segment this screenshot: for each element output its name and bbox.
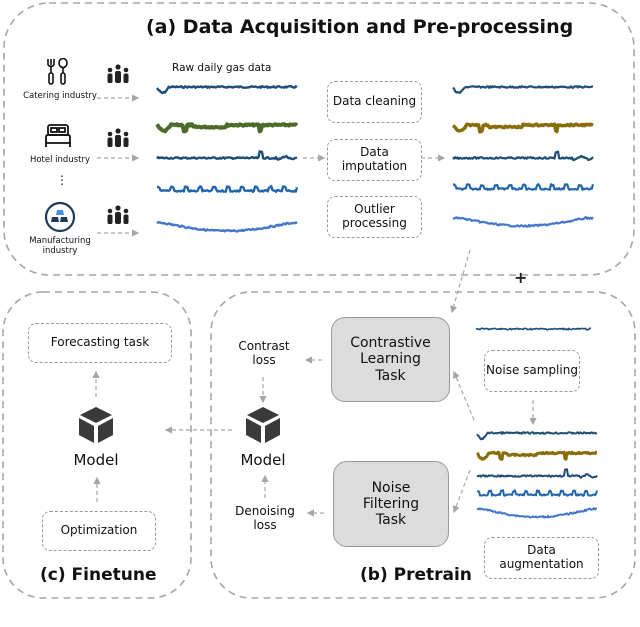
augmented-series-line: [476, 507, 598, 519]
noise-series-line: [475, 327, 592, 331]
raw-series-line: [156, 221, 298, 233]
panel-a-title: (a) Data Acquisition and Pre-processing: [146, 16, 574, 38]
augmented-series-line: [476, 489, 598, 497]
noise-filtering-task-box: Noise Filtering Task: [333, 461, 449, 547]
bed-icon: [44, 123, 72, 149]
panel-c-title: (c) Finetune: [40, 565, 157, 585]
raw-series-line: [155, 122, 299, 134]
data-augmentation-box: Data augmentation: [484, 537, 599, 579]
forecasting-task-box: Forecasting task: [28, 323, 172, 363]
processed-series-line: [451, 122, 594, 134]
raw-data-label: Raw daily gas data: [172, 62, 272, 74]
industry-label-catering: Catering industry: [23, 91, 97, 101]
raw-series-line: [156, 150, 298, 161]
contrastive-learning-task-box: Contrastive Learning Task: [331, 317, 450, 402]
optimization-box: Optimization: [42, 511, 156, 551]
data-augmentation-label: Data augmentation: [499, 543, 584, 571]
ellipsis-vertical-icon: ⋮: [56, 173, 68, 187]
arrow-aug-to-contrastive: [452, 370, 475, 421]
arrow-aug-to-noise: [452, 469, 471, 514]
processed-series-line: [452, 150, 594, 162]
raw-series-line: [156, 85, 298, 95]
step-data-cleaning: Data cleaning: [327, 81, 422, 123]
forecasting-task-label: Forecasting task: [50, 335, 150, 350]
noise-sampling-box: Noise sampling: [484, 350, 580, 392]
industry-label-hotel: Hotel industry: [29, 155, 91, 165]
optimization-label: Optimization: [60, 523, 138, 538]
pretrain-model-label: Model: [240, 451, 286, 469]
panel-b-title: (b) Pretrain: [360, 565, 472, 585]
contrastive-task-label: Contrastive Learning Task: [350, 335, 431, 384]
plus-icon: +: [514, 268, 528, 287]
model-cube-icon: [243, 405, 283, 449]
people-icon: [106, 128, 130, 152]
processed-series-line: [452, 216, 594, 228]
people-icon: [106, 64, 130, 88]
noise-sampling-label: Noise sampling: [486, 363, 578, 378]
fork-spoon-icon: [46, 57, 70, 86]
step-data-imputation: Data imputation: [327, 139, 422, 181]
panel-a-border: [3, 2, 635, 276]
finetune-model-label: Model: [73, 451, 119, 469]
people-icon: [106, 205, 130, 229]
step-label: Outlier processing: [342, 202, 407, 230]
augmented-series-line: [476, 431, 598, 441]
processed-series-line: [452, 183, 595, 191]
contrast-loss-label: Contrast loss: [238, 339, 290, 367]
noise-task-label: Noise Filtering Task: [362, 479, 420, 529]
step-label: Data imputation: [341, 145, 408, 173]
industry-label-manufacturing: Manufacturing industry: [29, 236, 91, 256]
model-cube-icon: [76, 405, 116, 449]
augmented-series-line: [475, 450, 598, 461]
denoising-loss-label: Denoising loss: [235, 504, 295, 532]
step-label: Data cleaning: [332, 94, 417, 109]
factory-circle-icon: [44, 201, 76, 233]
augmented-series-line: [476, 468, 598, 479]
raw-series-line: [156, 185, 299, 193]
arrow-to-pretrain: [450, 249, 471, 314]
processed-series-line: [452, 85, 594, 94]
step-outlier-processing: Outlier processing: [327, 196, 422, 238]
